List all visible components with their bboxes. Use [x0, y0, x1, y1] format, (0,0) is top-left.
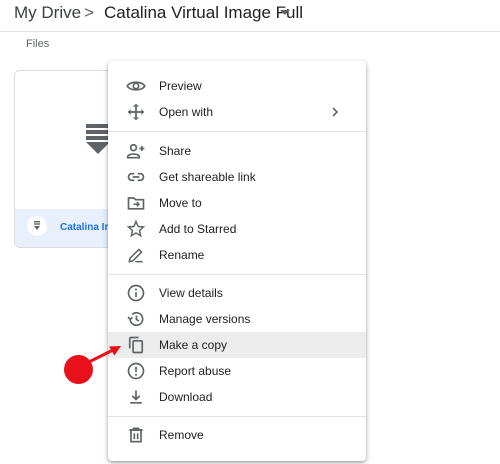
files-section-label: Files [26, 38, 50, 50]
menu-item-label: Open with [159, 105, 214, 119]
person-add-icon [126, 143, 145, 159]
menu-item-move-to[interactable]: Move to [108, 190, 366, 216]
menu-item-view-details[interactable]: View details [108, 280, 366, 306]
menu-item-label: Move to [159, 196, 202, 210]
menu-divider [108, 416, 366, 417]
breadcrumb-current-folder[interactable]: Catalina Virtual Image Full [104, 3, 303, 23]
menu-item-rename[interactable]: Rename [108, 242, 366, 268]
annotation-arrow-icon [82, 346, 121, 367]
zip-file-icon [86, 124, 110, 154]
move-arrows-icon [127, 103, 145, 121]
breadcrumb-bar: My Drive > Catalina Virtual Image Full [0, 0, 500, 32]
history-icon [127, 311, 144, 327]
download-icon [130, 390, 142, 404]
menu-item-label: Share [159, 144, 192, 158]
menu-item-make-a-copy[interactable]: Make a copy [108, 332, 366, 358]
trash-icon [129, 427, 143, 443]
chevron-right-icon [332, 107, 339, 117]
menu-divider [108, 131, 366, 132]
menu-item-label: Make a copy [159, 338, 228, 352]
breadcrumb-my-drive[interactable]: My Drive [14, 3, 81, 23]
menu-item-get-shareable-link[interactable]: Get shareable link [108, 164, 366, 190]
file-name: Catalina Ir [60, 222, 109, 233]
menu-item-label: Add to Starred [159, 222, 237, 236]
zip-file-icon [27, 216, 47, 236]
menu-item-report-abuse[interactable]: Report abuse [108, 358, 366, 384]
link-icon [127, 172, 145, 182]
menu-item-label: View details [159, 286, 223, 300]
menu-item-label: Download [159, 390, 213, 404]
info-icon [127, 284, 145, 302]
menu-item-label: Preview [159, 79, 202, 93]
pencil-icon [128, 248, 143, 263]
menu-item-preview[interactable]: Preview [108, 73, 366, 99]
menu-item-label: Get shareable link [159, 170, 256, 184]
folder-move-icon [127, 197, 145, 210]
menu-item-label: Rename [159, 248, 205, 262]
menu-item-label: Report abuse [159, 364, 232, 378]
star-icon [126, 219, 146, 238]
file-thumbnail[interactable] [15, 71, 123, 209]
menu-item-share[interactable]: Share [108, 138, 366, 164]
breadcrumb-separator-icon: > [84, 3, 94, 22]
file-card-footer[interactable]: Catalina Ir [15, 209, 123, 247]
caret-down-icon[interactable] [280, 10, 290, 15]
eye-icon [126, 81, 146, 91]
menu-item-download[interactable]: Download [108, 384, 366, 410]
menu-item-manage-versions[interactable]: Manage versions [108, 306, 366, 332]
menu-item-label: Manage versions [159, 312, 251, 326]
menu-item-remove[interactable]: Remove [108, 422, 366, 448]
menu-item-open-with[interactable]: Open with [108, 99, 366, 125]
menu-item-label: Remove [159, 428, 204, 442]
menu-item-add-to-starred[interactable]: Add to Starred [108, 216, 366, 242]
context-menu: Preview Open with Share Get shareable li… [108, 61, 366, 461]
menu-divider [108, 274, 366, 275]
